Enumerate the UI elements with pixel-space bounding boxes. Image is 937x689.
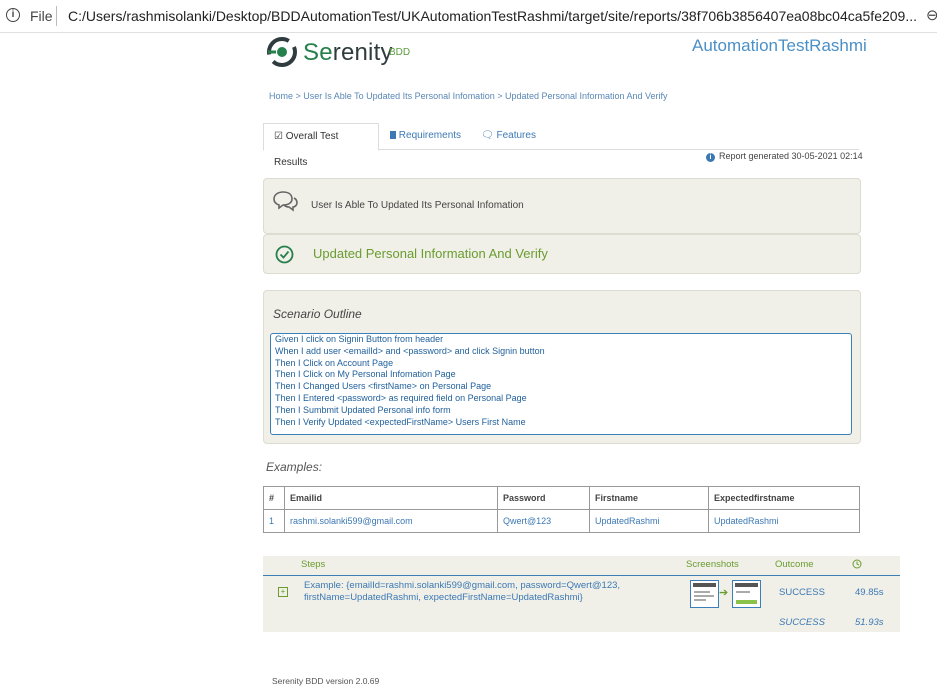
outline-step: Given I click on Signin Button from head… — [275, 334, 444, 344]
file-label: File — [30, 8, 53, 24]
outline-step: Then I Sumbmit Updated Personal info for… — [275, 404, 451, 415]
report-generated-text: Report generated 30-05-2021 02:14 — [719, 151, 863, 161]
tab-overall-test-results[interactable]: ☑ Overall Test Results — [263, 123, 379, 168]
outline-step: Then I Click on Account Page — [275, 357, 394, 368]
outline-step: Then I Verify Updated <expectedFirstName… — [275, 416, 526, 427]
serenity-logo-icon — [267, 37, 297, 67]
address-bar: i File C:/Users/rashmisolanki/Desktop/BD… — [0, 0, 937, 33]
step-outcome: SUCCESS — [779, 587, 825, 598]
logo-text: Serenity — [303, 39, 393, 67]
example-step-line: firstName=UpdatedRashmi, expectedFirstNa… — [304, 592, 583, 603]
logo-bdd: BDD — [389, 47, 411, 58]
step-duration: 49.85s — [855, 587, 884, 598]
outline-step: Then I Changed Users <firstName> on Pers… — [275, 381, 492, 392]
clock-icon — [852, 559, 862, 569]
total-outcome: SUCCESS — [779, 617, 825, 628]
tab-label: Features — [496, 130, 536, 141]
scenario-title: Updated Personal Information And Verify — [313, 246, 548, 261]
table-row[interactable]: 1 rashmi.solanki599@gmail.com Qwert@123 … — [263, 509, 860, 533]
examples-label: Examples: — [266, 460, 323, 474]
info-icon: i — [706, 153, 715, 162]
report-generated: i Report generated 30-05-2021 02:14 — [706, 151, 863, 162]
story-title: User Is Able To Updated Its Personal Inf… — [311, 200, 524, 211]
divider — [56, 6, 57, 26]
breadcrumb[interactable]: Home > User Is Able To Updated Its Perso… — [269, 91, 668, 101]
examples-table: # Emailid Password Firstname Expectedfir… — [263, 486, 860, 533]
column-header: Expectedfirstname — [708, 486, 860, 510]
arrow-right-icon: ➔ — [719, 587, 729, 599]
comments-icon — [273, 191, 298, 212]
outcome-header-label: Outcome — [775, 559, 814, 570]
tab-features[interactable]: 🗨 Features — [471, 123, 546, 149]
table-cell: UpdatedRashmi — [708, 509, 860, 533]
table-cell: Qwert@123 — [497, 509, 590, 533]
outline-label: Scenario Outline — [273, 307, 362, 321]
site-info-icon[interactable]: i — [6, 8, 20, 22]
screenshot-thumbnail[interactable] — [732, 580, 761, 608]
table-header-row: # Emailid Password Firstname Expectedfir… — [263, 486, 860, 510]
example-step[interactable]: Example: {emailId=rashmi.solanki599@gmai… — [304, 580, 664, 604]
total-duration: 51.93s — [855, 617, 884, 628]
logo-rest: renity — [332, 39, 393, 66]
success-check-icon — [275, 245, 294, 264]
footer-version: Serenity BDD version 2.0.69 — [272, 676, 380, 686]
tab-label: Requirements — [398, 130, 462, 141]
project-name: AutomationTestRashmi — [692, 36, 867, 55]
outline-steps: Given I click on Signin Button from head… — [270, 333, 852, 435]
url-field[interactable]: C:/Users/rashmisolanki/Desktop/BDDAutoma… — [68, 8, 918, 24]
expand-icon[interactable]: + — [278, 587, 288, 597]
column-header: Emailid — [284, 486, 498, 510]
tab-label: Overall Test Results — [274, 131, 339, 168]
book-icon — [390, 131, 396, 139]
screenshots-header-label: Screenshots — [686, 559, 739, 570]
table-cell: 1 — [263, 509, 285, 533]
outline-step: When I add user <emailId> and <password>… — [275, 345, 545, 356]
column-header: Password — [497, 486, 590, 510]
checkbox-icon: ☑ — [274, 131, 283, 142]
comments-icon: 🗨 — [481, 130, 494, 141]
column-header: Firstname — [589, 486, 709, 510]
steps-header-label: Steps — [301, 559, 326, 570]
screenshot-thumbnail[interactable] — [690, 580, 719, 608]
outline-step: Then I Click on My Personal Infomation P… — [275, 369, 456, 380]
table-cell: rashmi.solanki599@gmail.com — [284, 509, 498, 533]
column-header: # — [263, 486, 285, 510]
table-cell: UpdatedRashmi — [589, 509, 709, 533]
logo-se: Se — [303, 39, 333, 66]
tab-requirements[interactable]: Requirements — [380, 123, 471, 149]
outline-step: Then I Entered <password> as required fi… — [275, 392, 527, 403]
zoom-icon[interactable]: ⊖ — [926, 6, 937, 24]
example-step-line: Example: {emailId=rashmi.solanki599@gmai… — [304, 580, 621, 591]
